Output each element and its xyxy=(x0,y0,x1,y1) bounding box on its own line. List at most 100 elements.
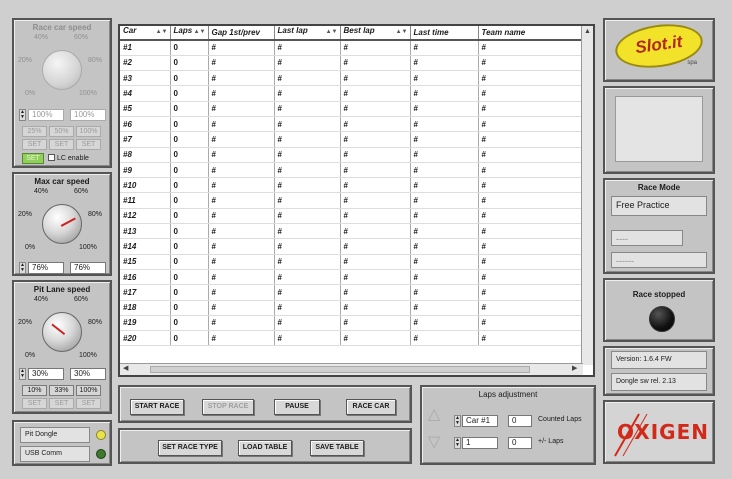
load-table-button[interactable]: LOAD TABLE xyxy=(238,440,292,456)
display-panel xyxy=(603,86,715,174)
set-100-button[interactable]: SET xyxy=(76,139,101,150)
table-row[interactable]: #11 0 # # # # # xyxy=(120,192,584,209)
lc-enable-checkbox[interactable]: LC enable xyxy=(48,153,89,164)
cell-gap: # xyxy=(208,55,275,72)
lap-delta-field[interactable]: 1 xyxy=(462,437,498,449)
preset-100-button[interactable]: 100% xyxy=(76,126,101,137)
max-car-speed-spinner[interactable]: ▲ ▼ xyxy=(19,262,26,274)
col-header-best-lap[interactable]: Best lap ▲▼ xyxy=(340,26,411,41)
cell-gap: # xyxy=(208,238,275,255)
table-row[interactable]: #20 0 # # # # # xyxy=(120,330,584,347)
tick-label: 0% xyxy=(25,352,36,359)
pit-set-10-button[interactable]: SET xyxy=(22,398,47,409)
sort-icon[interactable]: ▲▼ xyxy=(156,26,168,39)
table-row[interactable]: #9 0 # # # # # xyxy=(120,162,584,179)
table-row[interactable]: #10 0 # # # # # xyxy=(120,177,584,194)
table-row[interactable]: #14 0 # # # # # xyxy=(120,238,584,255)
pit-lane-speed-spinner[interactable]: ▲ ▼ xyxy=(19,368,26,380)
pit-lane-speed-knob[interactable] xyxy=(42,312,82,352)
table-row[interactable]: #18 0 # # # # # xyxy=(120,300,584,316)
start-race-button[interactable]: START RACE xyxy=(130,399,184,415)
car-select-field[interactable]: Car #1 xyxy=(462,415,498,427)
cell-last-lap: # xyxy=(274,147,341,163)
cell-laps: 0 xyxy=(170,254,209,270)
tick-label: 100% xyxy=(79,90,97,97)
col-header-laps[interactable]: Laps ▲▼ xyxy=(170,26,209,41)
pit-lane-speed-value[interactable]: 30% xyxy=(28,368,64,380)
race-car-button[interactable]: RACE CAR xyxy=(346,399,396,415)
lap-delta-spinner[interactable]: ▲ ▼ xyxy=(454,437,461,449)
scroll-left-icon[interactable]: ◀ xyxy=(123,364,128,374)
cell-team-name: # xyxy=(478,101,584,117)
stop-race-button[interactable]: STOP RACE xyxy=(202,399,254,415)
cell-laps: 0 xyxy=(170,70,209,87)
race-car-speed-spinner[interactable]: ▲ ▼ xyxy=(19,109,26,121)
table-row[interactable]: #3 0 # # # # # xyxy=(120,70,584,87)
table-row[interactable]: #12 0 # # # # # xyxy=(120,208,584,225)
scroll-right-icon[interactable]: ▶ xyxy=(572,364,577,374)
table-horizontal-scrollbar[interactable]: ◀ ▶ xyxy=(120,363,583,375)
pit-preset-33-button[interactable]: 33% xyxy=(49,385,74,396)
checkbox-box[interactable] xyxy=(48,154,55,161)
max-car-speed-knob-area: 40% 60% 20% 80% 0% 100% xyxy=(17,186,107,264)
col-header-team-name[interactable]: Team name xyxy=(478,26,584,41)
cell-laps: 0 xyxy=(170,40,209,56)
col-header-car[interactable]: Car ▲▼ xyxy=(120,26,171,41)
table-row[interactable]: #19 0 # # # # # xyxy=(120,315,584,332)
table-row[interactable]: #7 0 # # # # # xyxy=(120,131,584,148)
col-header-gap[interactable]: Gap 1st/prev xyxy=(208,26,275,41)
table-row[interactable]: #5 0 # # # # # xyxy=(120,101,584,117)
cell-best-lap: # xyxy=(340,330,411,347)
cell-car: #5 xyxy=(120,101,171,117)
table-row[interactable]: #13 0 # # # # # xyxy=(120,223,584,240)
laps-adjustment-title: Laps adjustment xyxy=(478,390,538,399)
cell-laps: 0 xyxy=(170,147,209,163)
sort-icon[interactable]: ▲▼ xyxy=(194,26,206,39)
lap-decrement-arrow-icon[interactable]: ▽ xyxy=(428,435,440,451)
set-25-button[interactable]: SET xyxy=(22,139,47,150)
pit-set-100-button[interactable]: SET xyxy=(76,398,101,409)
cell-best-lap: # xyxy=(340,147,411,163)
pause-button[interactable]: PAUSE xyxy=(274,399,320,415)
pit-preset-100-button[interactable]: 100% xyxy=(76,385,101,396)
cell-car: #17 xyxy=(120,284,171,301)
set-race-type-button[interactable]: SET RACE TYPE xyxy=(158,440,222,456)
cell-laps: 0 xyxy=(170,162,209,179)
col-header-last-time[interactable]: Last time xyxy=(410,26,479,41)
col-header-last-lap[interactable]: Last lap ▲▼ xyxy=(274,26,341,41)
preset-25-button[interactable]: 25% xyxy=(22,126,47,137)
tick-label: 40% xyxy=(34,34,49,41)
cell-gap: # xyxy=(208,192,275,209)
table-row[interactable]: #1 0 # # # # # xyxy=(120,40,584,56)
cell-best-lap: # xyxy=(340,70,411,87)
scrollbar-thumb[interactable] xyxy=(150,366,530,373)
table-row[interactable]: #8 0 # # # # # xyxy=(120,147,584,163)
table-row[interactable]: #4 0 # # # # # xyxy=(120,85,584,102)
lc-set-button[interactable]: SET xyxy=(22,153,44,164)
pit-set-33-button[interactable]: SET xyxy=(49,398,74,409)
sort-icon[interactable]: ▲▼ xyxy=(396,26,408,39)
cell-last-lap: # xyxy=(274,131,341,148)
table-row[interactable]: #17 0 # # # # # xyxy=(120,284,584,301)
table-row[interactable]: #6 0 # # # # # xyxy=(120,116,584,133)
max-car-speed-value[interactable]: 76% xyxy=(28,262,64,274)
race-car-speed-knob[interactable] xyxy=(42,50,82,90)
race-car-speed-value[interactable]: 100% xyxy=(28,109,64,121)
cell-best-lap: # xyxy=(340,284,411,301)
save-table-button[interactable]: SAVE TABLE xyxy=(310,440,364,456)
scroll-up-icon[interactable]: ▲ xyxy=(584,27,591,37)
set-50-button[interactable]: SET xyxy=(49,139,74,150)
table-row[interactable]: #15 0 # # # # # xyxy=(120,254,584,270)
cell-best-lap: # xyxy=(340,116,411,133)
max-car-speed-knob[interactable] xyxy=(42,204,82,244)
table-row[interactable]: #16 0 # # # # # xyxy=(120,269,584,286)
lap-increment-arrow-icon[interactable]: △ xyxy=(428,407,440,423)
table-vertical-scrollbar[interactable]: ▲ xyxy=(581,26,593,365)
table-row[interactable]: #2 0 # # # # # xyxy=(120,55,584,72)
sort-icon[interactable]: ▲▼ xyxy=(326,26,338,39)
car-select-spinner[interactable]: ▲ ▼ xyxy=(454,415,461,427)
race-status-panel: Race stopped xyxy=(603,278,715,342)
cell-car: #13 xyxy=(120,223,171,240)
pit-preset-10-button[interactable]: 10% xyxy=(22,385,47,396)
preset-50-button[interactable]: 50% xyxy=(49,126,74,137)
